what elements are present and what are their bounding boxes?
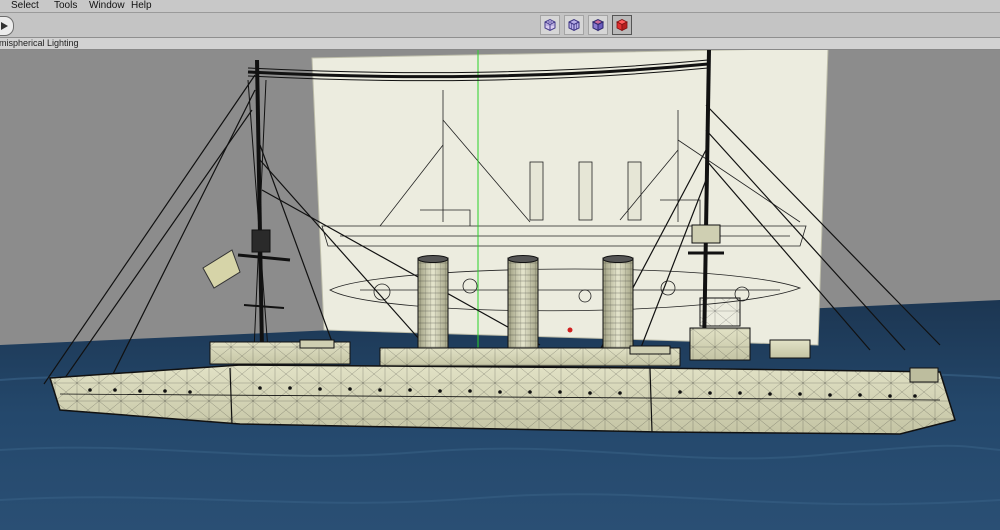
arrow-right-icon[interactable] <box>0 16 14 36</box>
lighting-menu[interactable]: mispherical Lighting <box>0 38 79 49</box>
reference-blueprint-plane <box>311 50 829 346</box>
menu-help[interactable]: Help <box>131 0 152 11</box>
menu-window[interactable]: Window <box>89 0 125 11</box>
menu-select[interactable]: Select <box>11 0 39 11</box>
shaded-wire-cube-icon[interactable] <box>588 15 608 35</box>
menu-tools[interactable]: Tools <box>54 0 77 11</box>
smooth-wire-cube-icon[interactable] <box>564 15 584 35</box>
3d-viewport[interactable] <box>0 50 1000 530</box>
shaded-cube-icon[interactable] <box>612 15 632 35</box>
panel-menu-bar: mispherical Lighting <box>0 38 1000 50</box>
wireframe-cube-icon[interactable] <box>540 15 560 35</box>
toolbar <box>0 13 1000 38</box>
funnel-aft <box>602 255 634 363</box>
funnel-middle <box>507 255 539 363</box>
menu-bar: Select Tools Window Help <box>0 0 1000 13</box>
funnel-fore <box>417 255 449 363</box>
